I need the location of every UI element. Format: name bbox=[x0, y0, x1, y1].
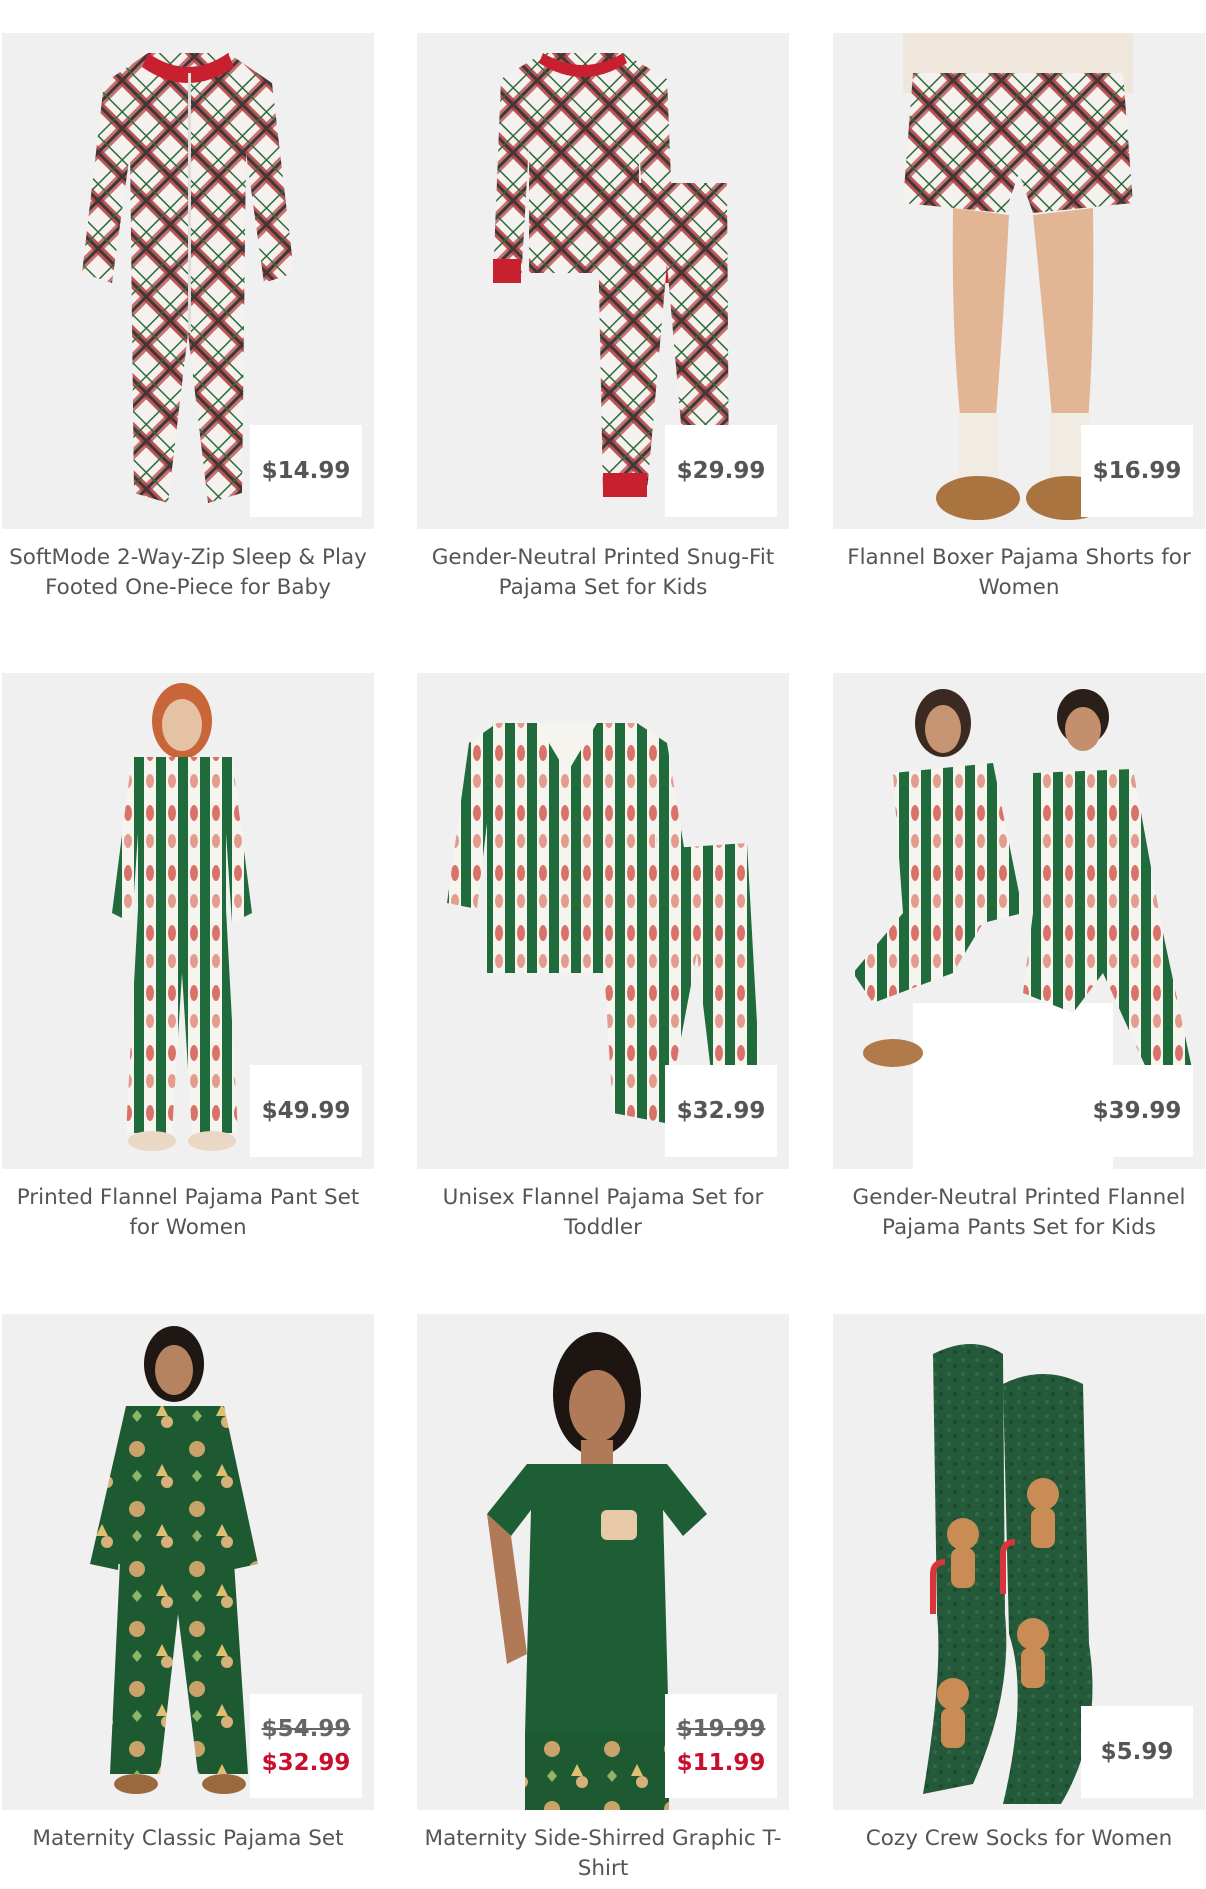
product-image[interactable]: $29.99 bbox=[417, 33, 789, 529]
product-card[interactable]: $14.99 SoftMode 2-Way-Zip Sleep & Play F… bbox=[2, 33, 374, 603]
product-image[interactable]: $14.99 bbox=[2, 33, 374, 529]
product-title[interactable]: Maternity Side-Shirred Graphic T-Shirt bbox=[417, 1810, 789, 1884]
product-card[interactable]: $39.99 Gender-Neutral Printed Flannel Pa… bbox=[833, 673, 1205, 1243]
price: $14.99 bbox=[261, 458, 351, 484]
product-title[interactable]: Gender-Neutral Printed Flannel Pajama Pa… bbox=[833, 1169, 1205, 1243]
price-tag: $14.99 bbox=[250, 425, 362, 517]
product-card[interactable]: $19.99 $11.99 Maternity Side-Shirred Gra… bbox=[417, 1314, 789, 1884]
product-image[interactable]: $49.99 bbox=[2, 673, 374, 1169]
price: $32.99 bbox=[676, 1098, 766, 1124]
price-tag: $16.99 bbox=[1081, 425, 1193, 517]
product-title[interactable]: Gender-Neutral Printed Snug-Fit Pajama S… bbox=[417, 529, 789, 603]
product-image[interactable]: $16.99 bbox=[833, 33, 1205, 529]
product-title[interactable]: Unisex Flannel Pajama Set for Toddler bbox=[417, 1169, 789, 1243]
price-tag: $5.99 bbox=[1081, 1706, 1193, 1798]
price: $29.99 bbox=[676, 458, 766, 484]
product-image[interactable]: $32.99 bbox=[417, 673, 789, 1169]
price: $49.99 bbox=[261, 1098, 351, 1124]
product-title[interactable]: Printed Flannel Pajama Pant Set for Wome… bbox=[2, 1169, 374, 1243]
product-image[interactable]: $19.99 $11.99 bbox=[417, 1314, 789, 1810]
product-card[interactable]: $16.99 Flannel Boxer Pajama Shorts for W… bbox=[833, 33, 1205, 603]
price-tag: $39.99 bbox=[1081, 1065, 1193, 1157]
product-title[interactable]: SoftMode 2-Way-Zip Sleep & Play Footed O… bbox=[2, 529, 374, 603]
price-tag: $49.99 bbox=[250, 1065, 362, 1157]
sale-price: $11.99 bbox=[676, 1750, 766, 1776]
price-tag: $32.99 bbox=[665, 1065, 777, 1157]
product-card[interactable]: $49.99 Printed Flannel Pajama Pant Set f… bbox=[2, 673, 374, 1243]
product-image[interactable]: $39.99 bbox=[833, 673, 1205, 1169]
price-tag: $29.99 bbox=[665, 425, 777, 517]
product-image[interactable]: $5.99 bbox=[833, 1314, 1205, 1810]
product-image[interactable]: $54.99 $32.99 bbox=[2, 1314, 374, 1810]
original-price: $19.99 bbox=[676, 1716, 766, 1742]
price-tag: $54.99 $32.99 bbox=[250, 1694, 362, 1798]
product-grid: $14.99 SoftMode 2-Way-Zip Sleep & Play F… bbox=[0, 0, 1206, 1889]
original-price: $54.99 bbox=[261, 1716, 351, 1742]
price-tag: $19.99 $11.99 bbox=[665, 1694, 777, 1798]
price: $39.99 bbox=[1092, 1098, 1182, 1124]
product-card[interactable]: $54.99 $32.99 Maternity Classic Pajama S… bbox=[2, 1314, 374, 1854]
product-card[interactable]: $5.99 Cozy Crew Socks for Women bbox=[833, 1314, 1205, 1854]
product-title[interactable]: Flannel Boxer Pajama Shorts for Women bbox=[833, 529, 1205, 603]
sale-price: $32.99 bbox=[261, 1750, 351, 1776]
product-title[interactable]: Maternity Classic Pajama Set bbox=[2, 1810, 374, 1854]
product-card[interactable]: $29.99 Gender-Neutral Printed Snug-Fit P… bbox=[417, 33, 789, 603]
price: $16.99 bbox=[1092, 458, 1182, 484]
product-card[interactable]: $32.99 Unisex Flannel Pajama Set for Tod… bbox=[417, 673, 789, 1243]
product-title[interactable]: Cozy Crew Socks for Women bbox=[833, 1810, 1205, 1854]
price: $5.99 bbox=[1100, 1739, 1174, 1765]
